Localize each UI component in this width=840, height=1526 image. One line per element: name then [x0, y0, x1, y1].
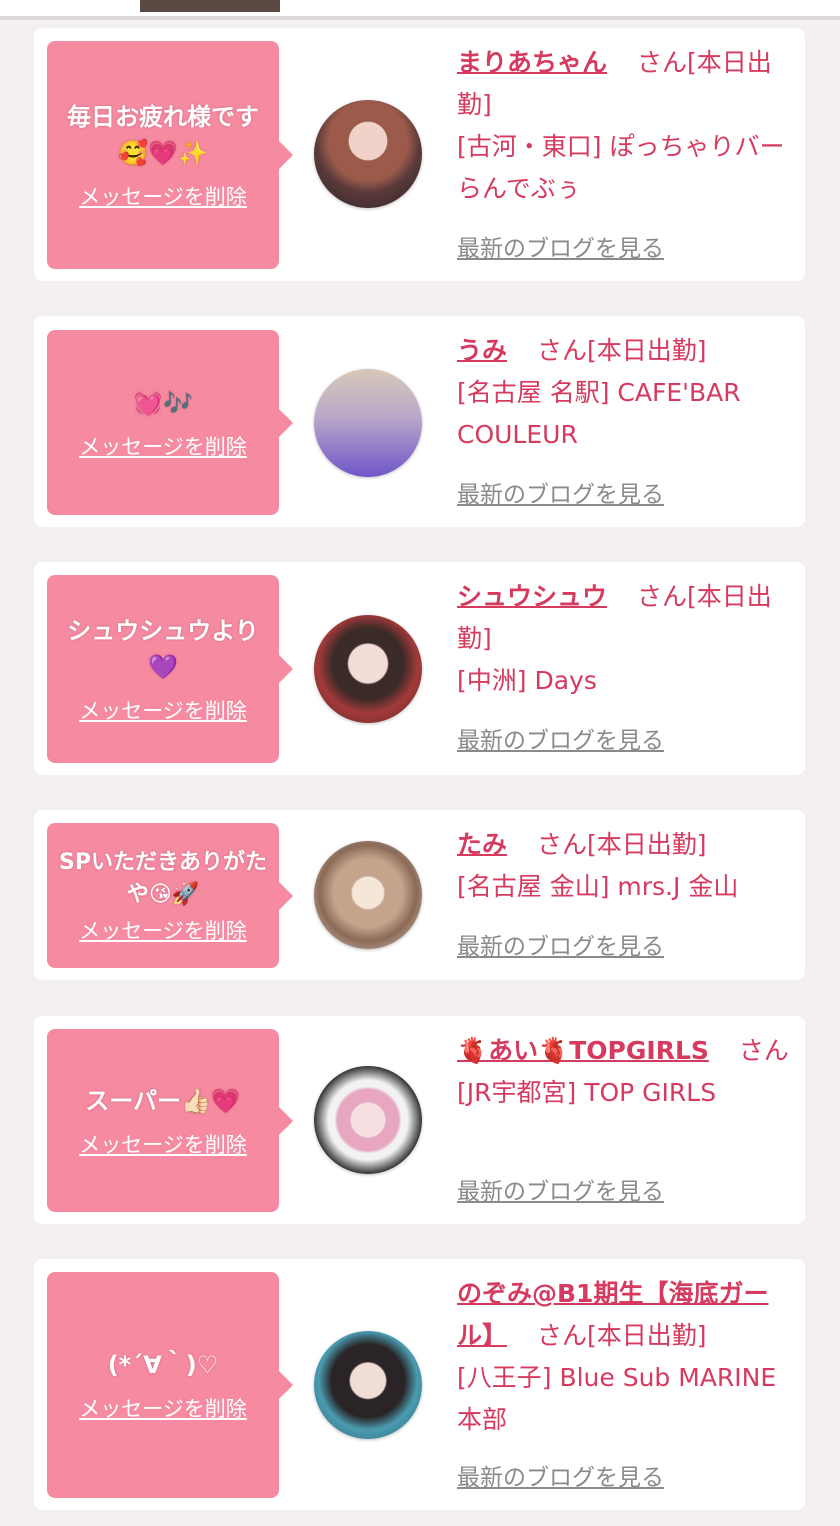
latest-blog-link[interactable]: 最新のブログを見る: [457, 474, 664, 516]
message-text: 毎日お疲れ様です 🥰💗✨: [67, 103, 259, 167]
message-bubble: (*´∀｀)♡ メッセージを削除: [47, 1272, 293, 1498]
cast-status: さん[本日出勤]: [536, 1321, 707, 1350]
avatar[interactable]: [314, 1066, 422, 1174]
message-bubble: SPいただきありがたや😘🚀 メッセージを削除: [47, 823, 293, 968]
delete-message-link[interactable]: メッセージを削除: [79, 1393, 247, 1423]
latest-blog-link[interactable]: 最新のブログを見る: [457, 1171, 664, 1213]
blog-row: 最新のブログを見る: [457, 474, 792, 514]
top-tab-bar: [0, 0, 840, 20]
active-tab-indicator[interactable]: [140, 0, 280, 12]
message-bubble: 💓🎶 メッセージを削除: [47, 330, 293, 515]
cast-name-link[interactable]: たみ: [457, 830, 507, 859]
cast-info: うみ さん[本日出勤] [名古屋 名駅] CAFE'BAR COULEUR: [457, 330, 792, 456]
message-card: シュウシュウより 💜 メッセージを削除 シュウシュウ さん[本日出勤] [中洲]…: [34, 562, 805, 775]
shop-text: [古河・東口] ぽっちゃりバー らんでぶぅ: [457, 132, 785, 203]
message-card: 💓🎶 メッセージを削除 うみ さん[本日出勤] [名古屋 名駅] CAFE'BA…: [34, 316, 805, 527]
cast-info: 🫀あい🫀TOPGIRLS さん [JR宇都宮] TOP GIRLS: [457, 1030, 792, 1114]
shop-text: [八王子] Blue Sub MARINE 本部: [457, 1363, 777, 1434]
cast-name-link[interactable]: まりあちゃん: [457, 48, 607, 77]
message-bubble: スーパー👍🏻💗 メッセージを削除: [47, 1029, 293, 1212]
delete-message-link[interactable]: メッセージを削除: [79, 1129, 247, 1159]
delete-message-link[interactable]: メッセージを削除: [79, 181, 247, 211]
message-card: (*´∀｀)♡ メッセージを削除 のぞみ@B1期生【海底ガール】 さん[本日出勤…: [34, 1259, 805, 1510]
avatar[interactable]: [314, 369, 422, 477]
message-card: SPいただきありがたや😘🚀 メッセージを削除 たみ さん[本日出勤] [名古屋 …: [34, 810, 805, 980]
message-text: シュウシュウより 💜: [67, 617, 259, 681]
cast-status: さん: [738, 1036, 789, 1065]
avatar[interactable]: [314, 1331, 422, 1439]
cast-status: さん[本日出勤]: [536, 336, 707, 365]
cast-status: さん[本日出勤]: [536, 830, 707, 859]
message-text: スーパー👍🏻💗: [85, 1086, 241, 1115]
cast-name-link[interactable]: 🫀あい🫀TOPGIRLS: [457, 1036, 709, 1065]
avatar[interactable]: [314, 841, 422, 949]
latest-blog-link[interactable]: 最新のブログを見る: [457, 1457, 664, 1499]
message-text: SPいただきありがたや😘🚀: [59, 849, 267, 907]
message-bubble: 毎日お疲れ様です 🥰💗✨ メッセージを削除: [47, 41, 293, 269]
message-text: 💓🎶: [133, 388, 193, 417]
cast-info: のぞみ@B1期生【海底ガール】 さん[本日出勤] [八王子] Blue Sub …: [457, 1273, 792, 1441]
cast-info: シュウシュウ さん[本日出勤] [中洲] Days: [457, 576, 792, 702]
blog-row: 最新のブログを見る: [457, 720, 792, 760]
shop-text: [中洲] Days: [457, 666, 597, 695]
cast-info: まりあちゃん さん[本日出勤] [古河・東口] ぽっちゃりバー らんでぶぅ: [457, 42, 792, 210]
blog-row: 最新のブログを見る: [457, 1171, 792, 1211]
latest-blog-link[interactable]: 最新のブログを見る: [457, 926, 664, 968]
message-text: (*´∀｀)♡: [107, 1351, 219, 1379]
shop-text: [JR宇都宮] TOP GIRLS: [457, 1078, 717, 1107]
shop-text: [名古屋 金山] mrs.J 金山: [457, 872, 739, 901]
message-bubble: シュウシュウより 💜 メッセージを削除: [47, 575, 293, 763]
delete-message-link[interactable]: メッセージを削除: [79, 431, 247, 461]
cast-name-link[interactable]: シュウシュウ: [457, 582, 607, 611]
message-card: 毎日お疲れ様です 🥰💗✨ メッセージを削除 まりあちゃん さん[本日出勤] [古…: [34, 28, 805, 281]
avatar[interactable]: [314, 100, 422, 208]
blog-row: 最新のブログを見る: [457, 926, 792, 966]
blog-row: 最新のブログを見る: [457, 1457, 792, 1497]
delete-message-link[interactable]: メッセージを削除: [79, 695, 247, 725]
message-card: スーパー👍🏻💗 メッセージを削除 🫀あい🫀TOPGIRLS さん [JR宇都宮]…: [34, 1016, 805, 1224]
latest-blog-link[interactable]: 最新のブログを見る: [457, 228, 664, 270]
avatar[interactable]: [314, 615, 422, 723]
shop-text: [名古屋 名駅] CAFE'BAR COULEUR: [457, 378, 741, 449]
cast-name-link[interactable]: うみ: [457, 336, 507, 365]
blog-row: 最新のブログを見る: [457, 228, 792, 268]
latest-blog-link[interactable]: 最新のブログを見る: [457, 720, 664, 762]
delete-message-link[interactable]: メッセージを削除: [79, 915, 247, 945]
cast-info: たみ さん[本日出勤] [名古屋 金山] mrs.J 金山: [457, 824, 792, 908]
